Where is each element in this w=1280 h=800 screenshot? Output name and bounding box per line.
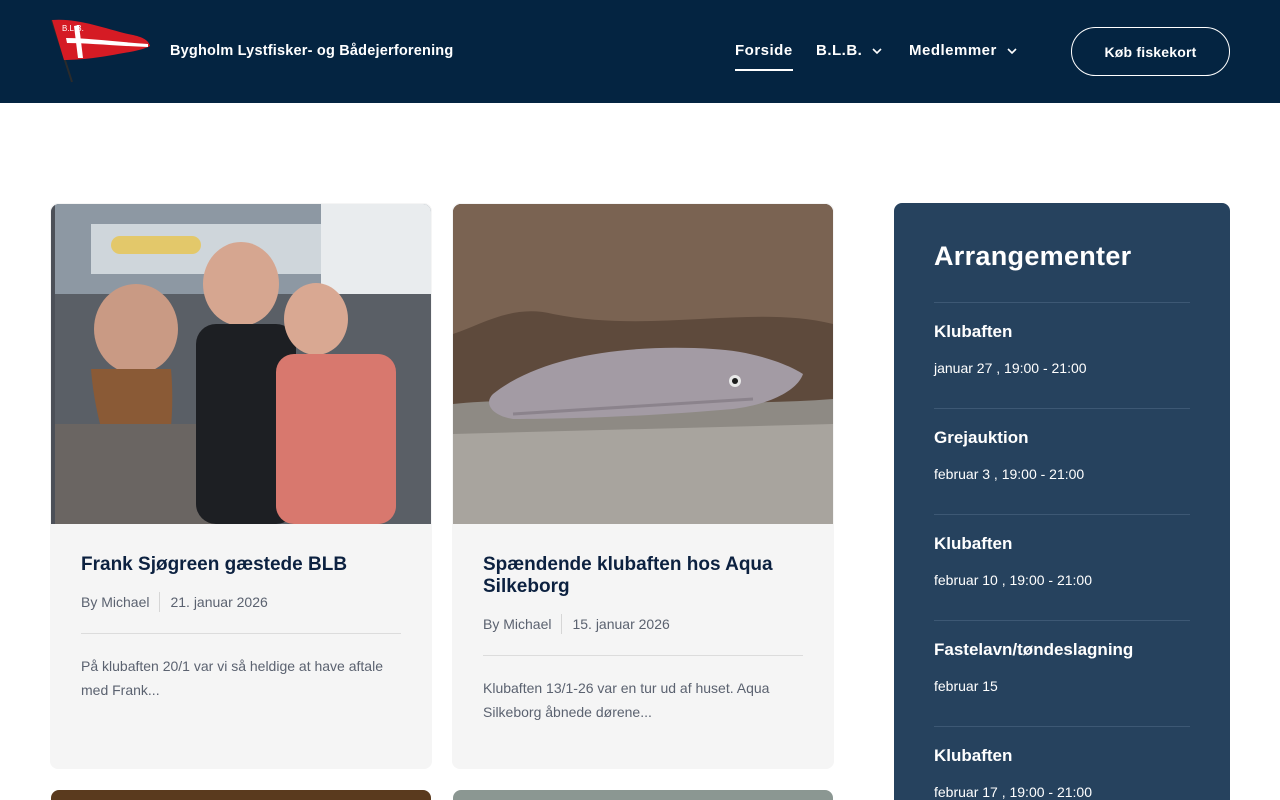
events-sidebar: Arrangementer Klubaften januar 27 , 19:0… — [894, 203, 1230, 800]
post-card[interactable]: Spændende klubaften hos Aqua Silkeborg B… — [452, 203, 834, 769]
event-item[interactable]: Klubaften februar 10 , 19:00 - 21:00 — [934, 514, 1190, 620]
post-date: 21. januar 2026 — [170, 594, 268, 610]
post-card-next-image[interactable] — [453, 790, 833, 800]
post-author[interactable]: By Michael — [483, 616, 551, 632]
event-title[interactable]: Fastelavn/tøndeslagning — [934, 640, 1133, 660]
event-title[interactable]: Klubaften — [934, 746, 1012, 766]
card-divider — [81, 633, 401, 634]
chevron-down-icon — [871, 44, 883, 56]
meta-divider — [561, 614, 563, 634]
event-item[interactable]: Klubaften februar 17 , 19:00 - 21:00 — [934, 726, 1190, 800]
event-title[interactable]: Klubaften — [934, 322, 1012, 342]
svg-text:B.L.B.: B.L.B. — [62, 24, 84, 33]
nav-item-medlemmer[interactable]: Medlemmer — [909, 42, 1018, 72]
post-image-people[interactable] — [51, 204, 431, 524]
meta-divider — [159, 592, 161, 612]
post-excerpt: På klubaften 20/1 var vi så heldige at h… — [81, 658, 383, 698]
event-item[interactable]: Klubaften januar 27 , 19:00 - 21:00 — [934, 302, 1190, 408]
event-title[interactable]: Klubaften — [934, 534, 1012, 554]
nav-label-blb: B.L.B. — [816, 42, 863, 59]
post-title[interactable]: Spændende klubaften hos Aqua Silkeborg — [483, 554, 803, 598]
site-header: B.L.B. Bygholm Lystfisker- og Bådejerfor… — [0, 0, 1280, 103]
site-name[interactable]: Bygholm Lystfisker- og Bådejerforening — [170, 43, 453, 59]
nav-label-forside: Forside — [735, 42, 793, 59]
nav-label-medlemmer: Medlemmer — [909, 42, 997, 59]
post-title[interactable]: Frank Sjøgreen gæstede BLB — [81, 554, 401, 576]
nav-item-blb[interactable]: B.L.B. — [816, 42, 883, 72]
event-date: januar 27 , 19:00 - 21:00 — [934, 360, 1087, 376]
buy-fishing-license-button[interactable]: Køb fiskekort — [1071, 27, 1230, 76]
post-meta: By Michael 21. januar 2026 — [81, 592, 268, 612]
nav-item-forside[interactable]: Forside — [735, 42, 793, 72]
danish-pennant-flag-icon: B.L.B. — [51, 19, 150, 83]
event-item[interactable]: Fastelavn/tøndeslagning februar 15 — [934, 620, 1190, 726]
event-date: februar 15 — [934, 678, 998, 694]
post-image-eel[interactable] — [453, 204, 833, 524]
post-card[interactable]: Frank Sjøgreen gæstede BLB By Michael 21… — [50, 203, 432, 769]
post-excerpt: Klubaften 13/1-26 var en tur ud af huset… — [483, 680, 770, 720]
event-item[interactable]: Grejauktion februar 3 , 19:00 - 21:00 — [934, 408, 1190, 514]
card-divider — [483, 655, 803, 656]
post-card-next-image[interactable] — [51, 790, 431, 800]
post-author[interactable]: By Michael — [81, 594, 149, 610]
event-date: februar 17 , 19:00 - 21:00 — [934, 784, 1092, 800]
event-title[interactable]: Grejauktion — [934, 428, 1028, 448]
club-logo[interactable]: B.L.B. — [48, 16, 152, 84]
post-meta: By Michael 15. januar 2026 — [483, 614, 670, 634]
event-date: februar 3 , 19:00 - 21:00 — [934, 466, 1085, 482]
post-date: 15. januar 2026 — [572, 616, 670, 632]
chevron-down-icon — [1006, 44, 1018, 56]
events-title: Arrangementer — [934, 241, 1132, 271]
nav-active-underline — [735, 69, 793, 71]
event-date: februar 10 , 19:00 - 21:00 — [934, 572, 1092, 588]
